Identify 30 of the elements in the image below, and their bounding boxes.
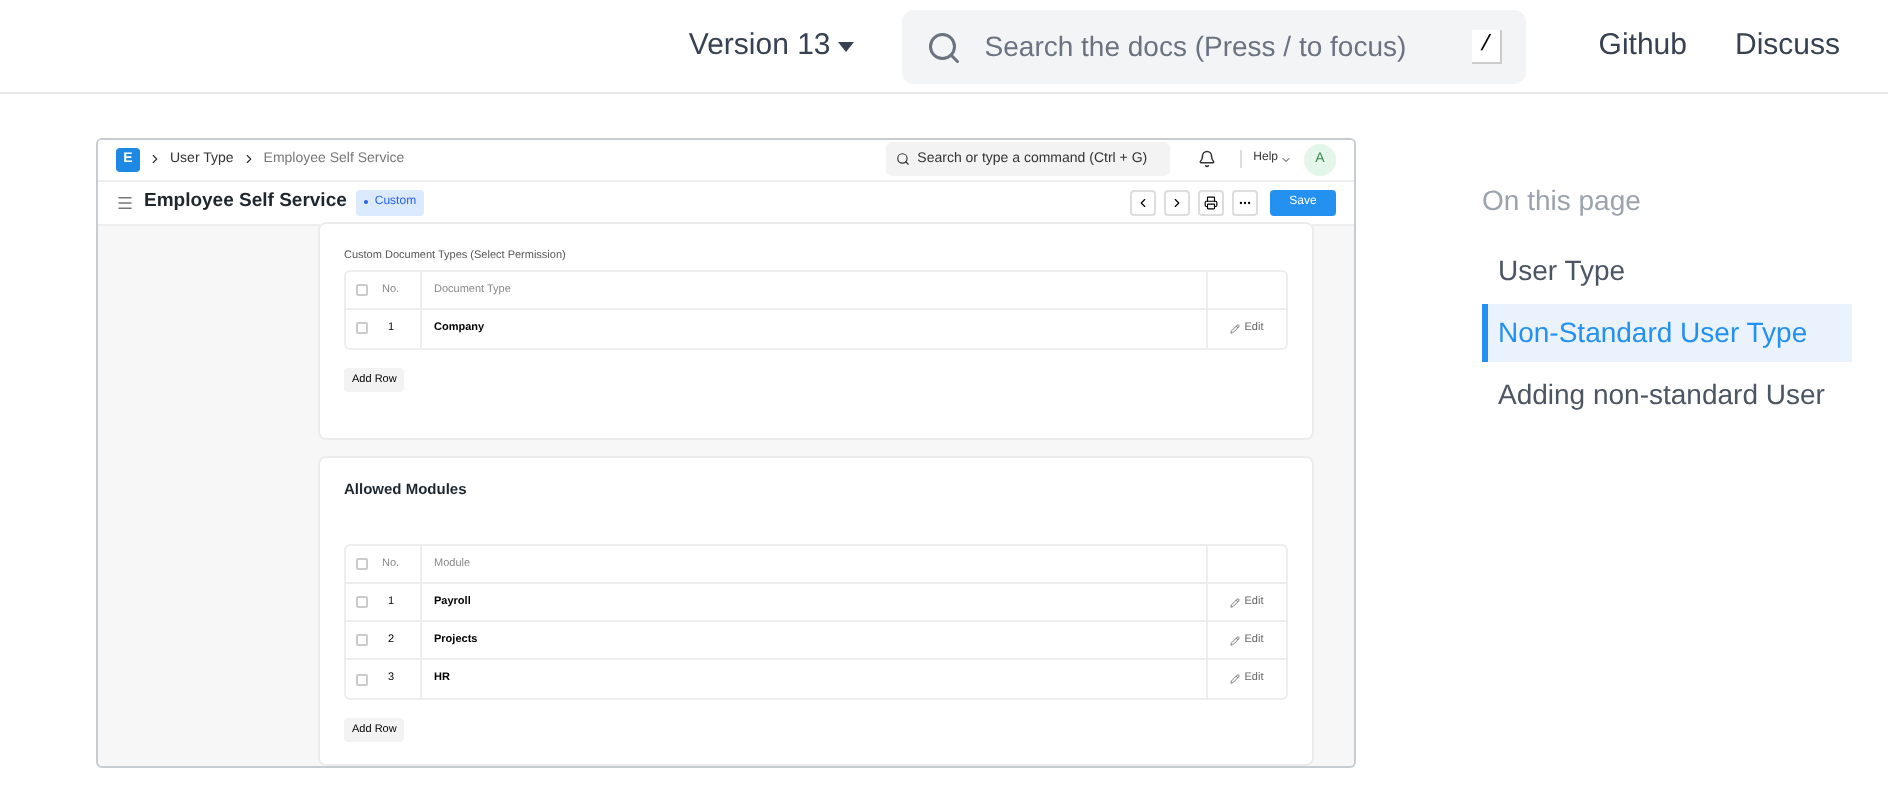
search-icon <box>926 29 963 65</box>
pencil-icon <box>1230 674 1241 684</box>
chevron-icon <box>148 152 162 167</box>
toc-link[interactable]: Adding non-standard User <box>1482 366 1852 424</box>
pencil-icon <box>1230 635 1241 645</box>
toc-heading: On this page <box>1482 182 1643 220</box>
menu-icon[interactable] <box>116 193 134 212</box>
caret-icon <box>838 41 855 51</box>
checkbox[interactable] <box>356 596 368 608</box>
printer-icon <box>1204 195 1218 210</box>
chevron-left-icon <box>1136 195 1150 210</box>
toc-link[interactable]: User Type <box>1482 242 1852 300</box>
pencil-icon <box>1230 323 1241 334</box>
chevron-icon <box>1280 153 1292 166</box>
chevron-right-icon <box>1170 195 1184 210</box>
checkbox[interactable] <box>356 634 368 646</box>
search-icon <box>895 152 910 167</box>
checkbox[interactable] <box>356 322 368 335</box>
chevron-icon <box>241 152 256 167</box>
checkbox[interactable] <box>356 673 368 685</box>
previous-button[interactable] <box>1130 189 1156 216</box>
page-title: Employee Self Service <box>144 187 347 216</box>
version-dropdown[interactable]: Version 13 <box>688 23 855 69</box>
print-button[interactable] <box>1198 189 1224 216</box>
nav-link[interactable]: Github <box>1598 23 1687 69</box>
checkbox[interactable] <box>356 558 368 570</box>
pencil-icon <box>1230 597 1241 607</box>
nav-link[interactable]: Discuss <box>1734 23 1840 69</box>
bell-icon[interactable] <box>1197 150 1216 169</box>
checkbox[interactable] <box>356 283 368 296</box>
